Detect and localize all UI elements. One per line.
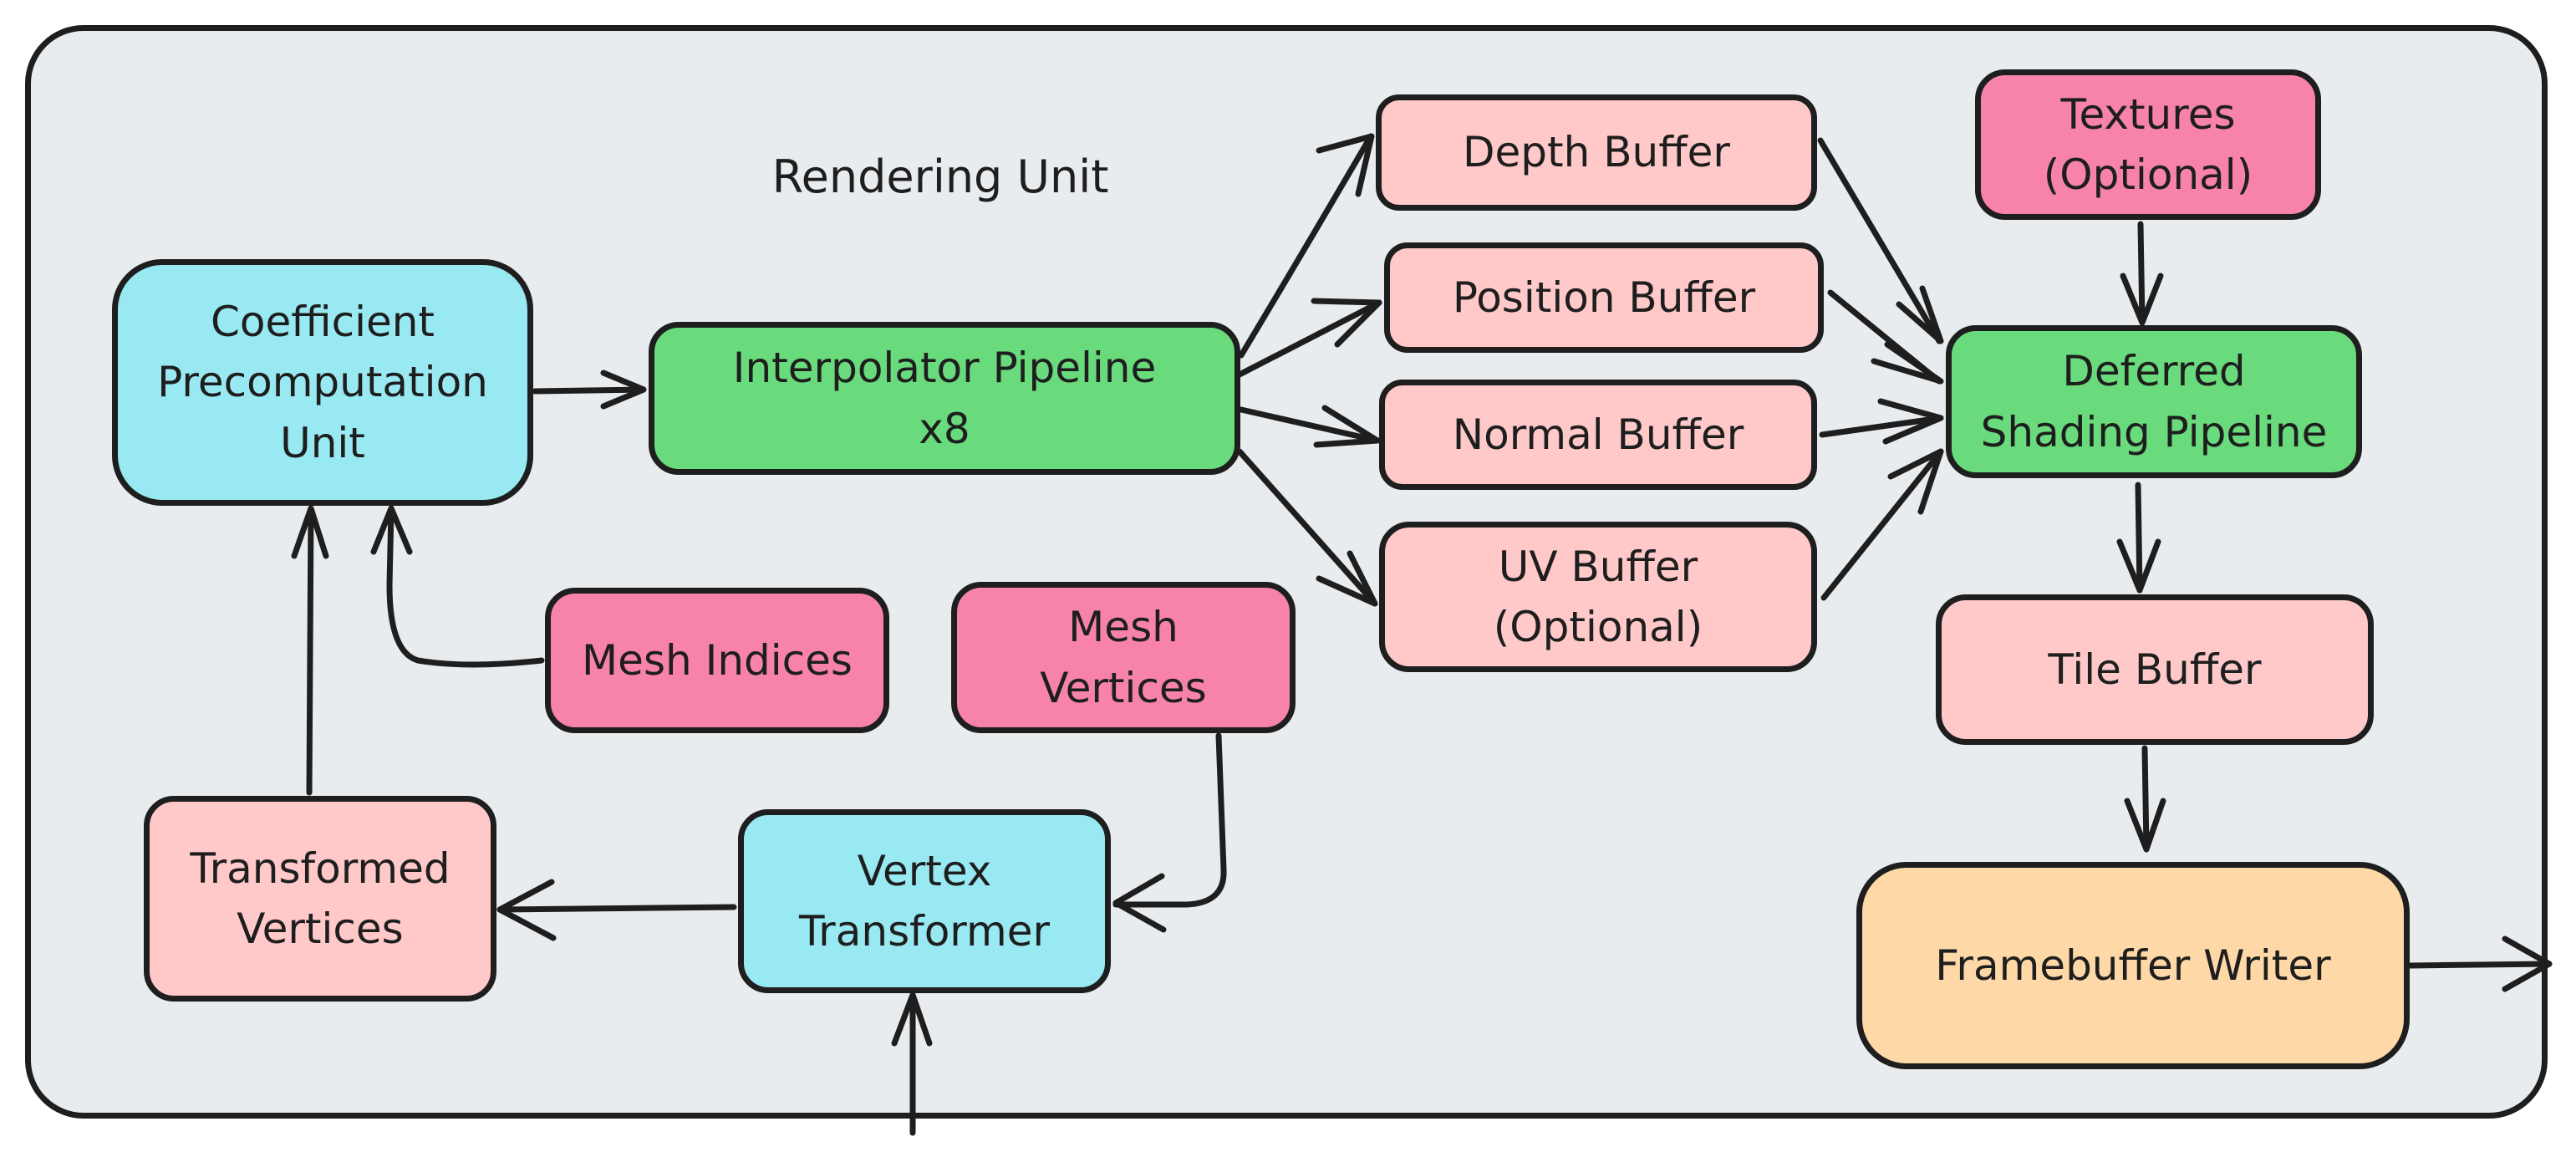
node-textures[interactable]: Textures (Optional)	[1975, 69, 2321, 220]
node-label: Transformed Vertices	[190, 844, 451, 954]
node-mesh-indices[interactable]: Mesh Indices	[545, 588, 889, 733]
node-normal-buffer[interactable]: Normal Buffer	[1379, 380, 1817, 490]
diagram-title: Rendering Unit	[771, 150, 1109, 203]
node-uv-buffer[interactable]: UV Buffer (Optional)	[1379, 522, 1817, 672]
node-label: Interpolator Pipeline x8	[732, 344, 1157, 453]
node-label: Vertex Transformer	[798, 846, 1051, 956]
node-position-buffer[interactable]: Position Buffer	[1384, 242, 1824, 353]
node-label: Mesh Vertices	[1040, 603, 1207, 712]
node-label: UV Buffer (Optional)	[1493, 542, 1703, 652]
node-label: Mesh Indices	[582, 635, 853, 685]
node-label: Coefficient Precomputation Unit	[157, 297, 488, 467]
node-framebuffer-writer[interactable]: Framebuffer Writer	[1856, 862, 2410, 1069]
node-label: Position Buffer	[1452, 273, 1756, 322]
node-interpolator-pipeline[interactable]: Interpolator Pipeline x8	[649, 322, 1240, 475]
node-vertex-transformer[interactable]: Vertex Transformer	[738, 809, 1111, 993]
node-label: Tile Buffer	[2048, 645, 2262, 694]
node-label: Normal Buffer	[1452, 410, 1744, 459]
node-label: Framebuffer Writer	[1935, 940, 2331, 990]
node-label: Deferred Shading Pipeline	[1980, 347, 2328, 456]
node-transformed-vertices[interactable]: Transformed Vertices	[144, 796, 496, 1002]
node-mesh-vertices[interactable]: Mesh Vertices	[951, 582, 1296, 733]
node-label: Textures (Optional)	[2043, 89, 2253, 200]
node-label: Depth Buffer	[1463, 128, 1730, 177]
node-deferred-shading-pipeline[interactable]: Deferred Shading Pipeline	[1946, 325, 2362, 478]
node-depth-buffer[interactable]: Depth Buffer	[1376, 94, 1817, 211]
node-coefficient-precomputation-unit[interactable]: Coefficient Precomputation Unit	[112, 259, 533, 506]
node-tile-buffer[interactable]: Tile Buffer	[1936, 594, 2374, 745]
